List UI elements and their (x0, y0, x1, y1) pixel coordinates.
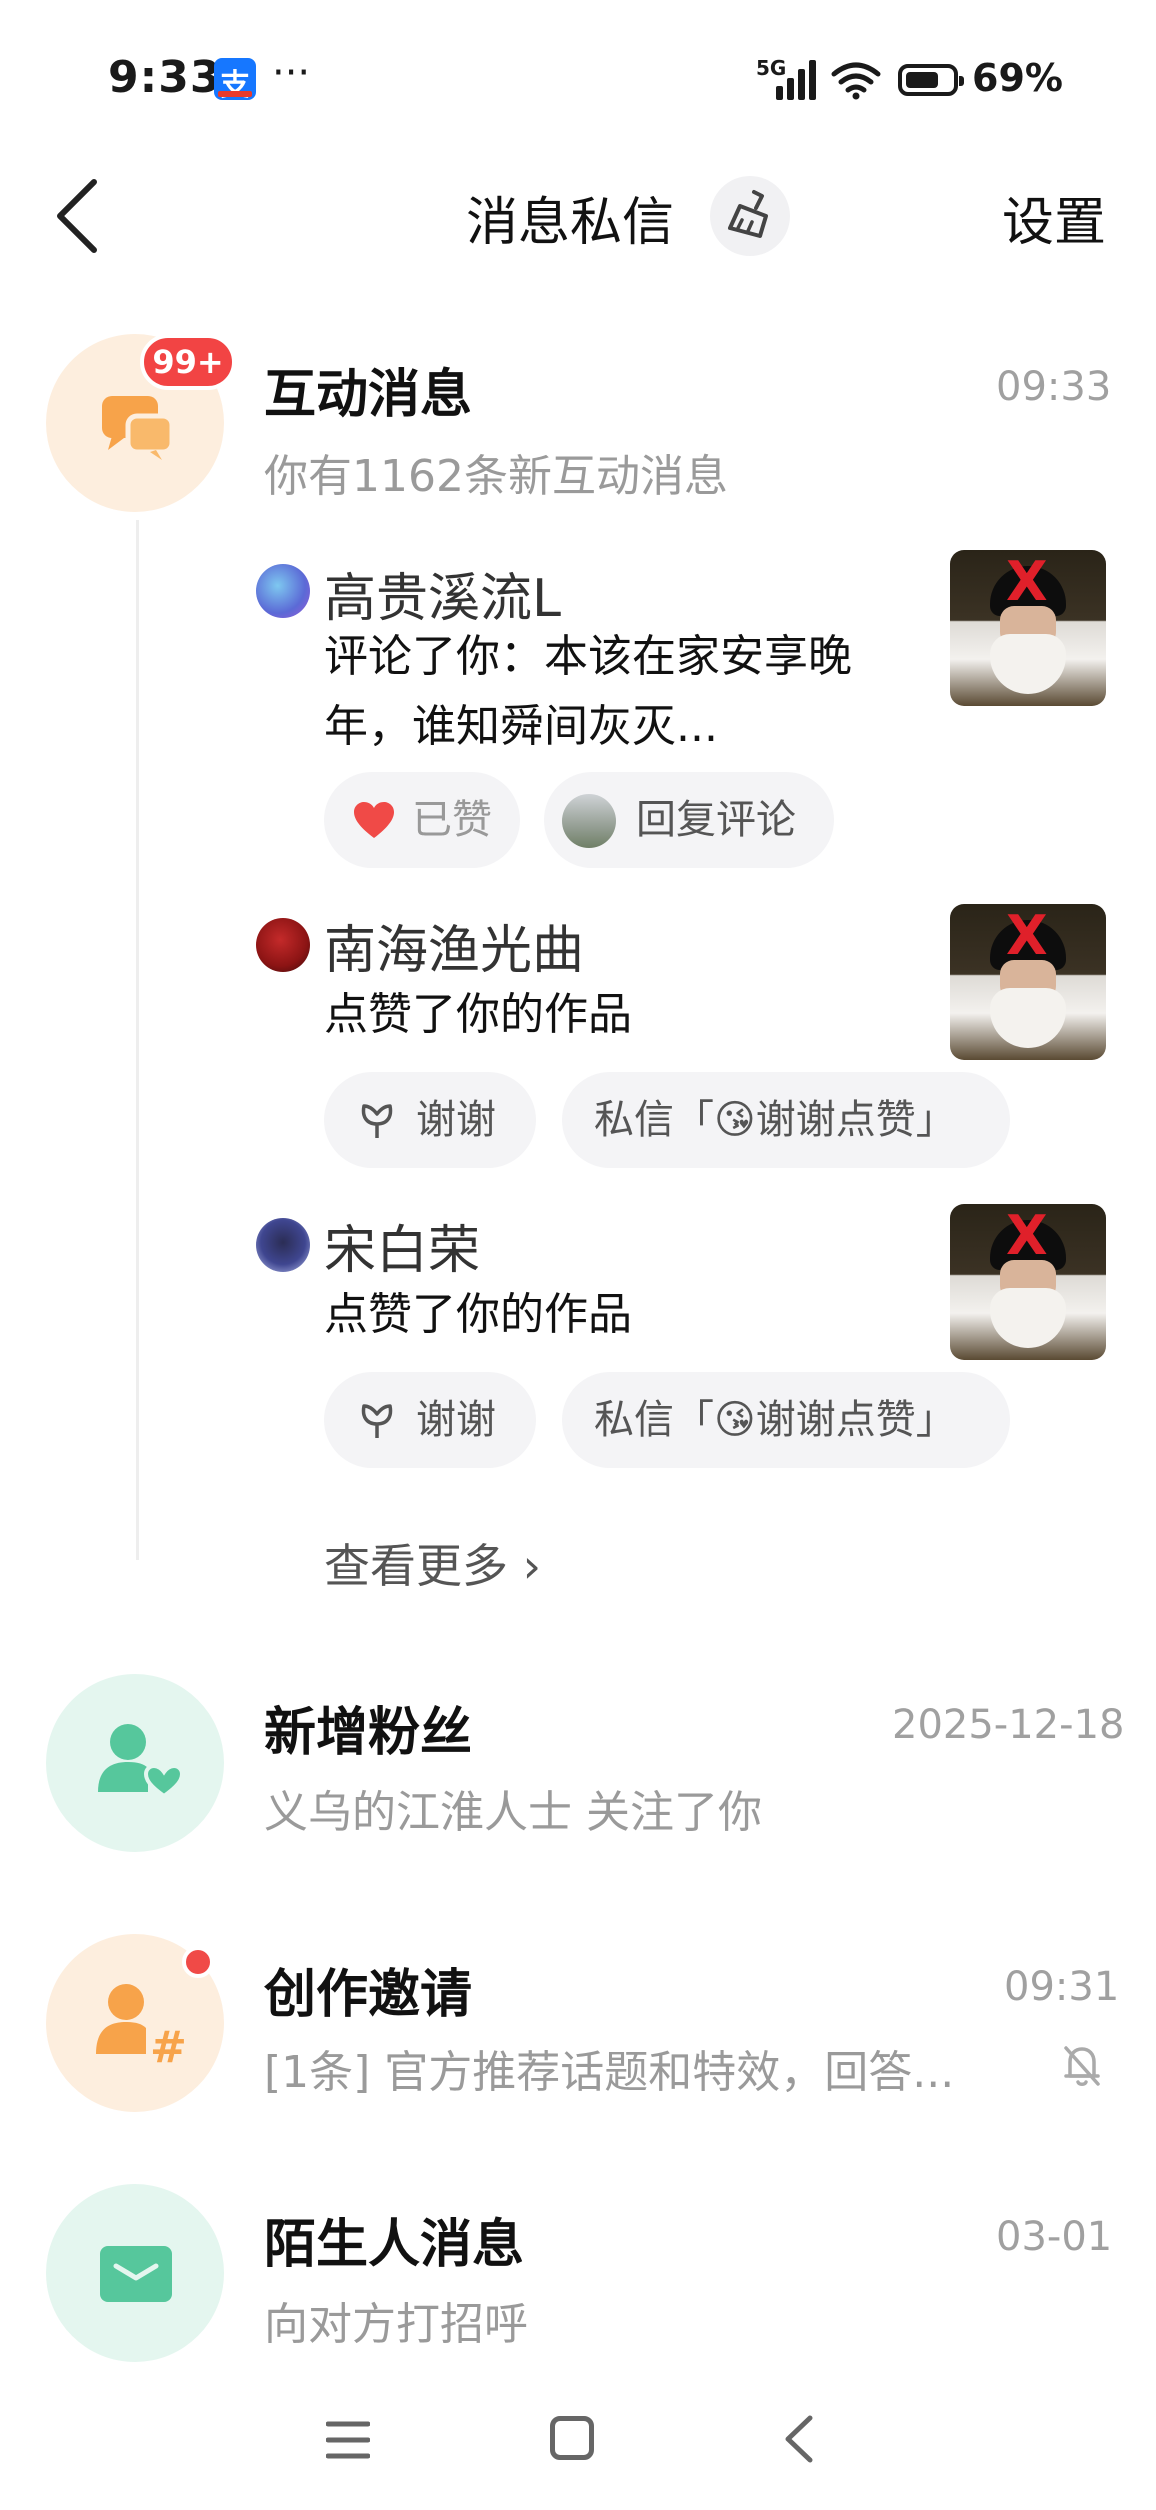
user-name[interactable]: 宋白荣 (324, 1208, 480, 1283)
like-text: 点赞了你的作品 (324, 989, 632, 1040)
video-thumbnail[interactable]: X (950, 1204, 1106, 1360)
interactions-time: 09:33 (996, 364, 1112, 410)
muted-bell-icon (1064, 2046, 1100, 2086)
page-title: 消息私信 (466, 193, 675, 253)
svg-text:#: # (150, 2022, 187, 2073)
thanks-label: 谢谢 (416, 1397, 496, 1443)
thread-line (136, 520, 139, 1560)
video-thumbnail[interactable]: X (950, 550, 1106, 706)
alipay-app-icon: 支 (214, 58, 256, 103)
user-avatar[interactable] (256, 564, 310, 618)
more-notifications-icon: ··· (272, 50, 311, 96)
see-more-link[interactable]: 查看更多 › (324, 1530, 541, 1596)
back-arrow-icon[interactable] (52, 176, 102, 256)
battery-icon (898, 64, 964, 96)
home-icon[interactable] (550, 2416, 594, 2460)
wifi-icon (831, 62, 881, 100)
comment-text[interactable]: 评论了你：本该在家安享晚 年，谁知舜间灰灭... (324, 622, 852, 762)
envelope-icon (100, 2246, 172, 2302)
alipay-glyph: 支 (220, 68, 250, 103)
invites-time: 09:31 (1004, 1964, 1120, 2010)
comment-line: 年，谁知舜间灰灭... (324, 701, 718, 752)
settings-button[interactable]: 设置 (1002, 180, 1106, 255)
liked-button[interactable]: 已赞 (324, 772, 520, 868)
followers-time: 2025-12-18 (892, 1702, 1125, 1748)
strangers-subtitle: 向对方打招呼 (264, 2299, 528, 2350)
broom-icon (728, 190, 768, 238)
new-follower-icon (98, 1724, 185, 1799)
invites-title[interactable]: 创作邀请 (264, 1952, 472, 2027)
followers-subtitle: 义乌的江淮人士 关注了你 (264, 1787, 762, 1838)
comment-line: 评论了你：本该在家安享晚 (324, 631, 852, 682)
reply-label: 回复评论 (636, 797, 796, 843)
strangers-title[interactable]: 陌生人消息 (264, 2202, 524, 2277)
flower-icon (361, 1104, 393, 1138)
nav-back-icon[interactable] (782, 2414, 816, 2464)
followers-avatar[interactable] (46, 1674, 224, 1852)
send-thanks-message-button[interactable]: 私信「😘谢谢点赞」 (562, 1372, 1010, 1468)
clear-unread-button[interactable] (710, 176, 790, 256)
unread-dot (182, 1946, 214, 1978)
video-thumbnail[interactable]: X (950, 904, 1106, 1060)
interactions-subtitle: 你有1162条新互动消息 (264, 451, 728, 502)
battery-percent: 69% (972, 56, 1063, 100)
flower-icon (361, 1404, 393, 1438)
strangers-time: 03-01 (996, 2214, 1113, 2260)
strangers-avatar[interactable] (46, 2184, 224, 2362)
interactions-title[interactable]: 互动消息 (264, 352, 472, 427)
unread-badge: 99+ (140, 334, 236, 390)
heart-icon (354, 802, 394, 838)
thanks-label: 谢谢 (416, 1097, 496, 1143)
user-avatar[interactable] (256, 1218, 310, 1272)
send-thanks-message-button[interactable]: 私信「😘谢谢点赞」 (562, 1072, 1010, 1168)
like-text: 点赞了你的作品 (324, 1289, 632, 1340)
reply-comment-button[interactable]: 回复评论 (544, 772, 834, 868)
liked-label: 已赞 (412, 797, 492, 843)
commenter-avatar (562, 794, 616, 848)
user-name[interactable]: 南海渔光曲 (324, 908, 584, 983)
thanks-button[interactable]: 谢谢 (324, 1072, 536, 1168)
invites-subtitle: [1条] 官方推荐话题和特效，回答... (264, 2047, 955, 2098)
user-avatar[interactable] (256, 918, 310, 972)
user-name[interactable]: 高贵溪流L (324, 556, 561, 631)
thanks-message-label: 私信「😘谢谢点赞」 (594, 1097, 956, 1143)
status-time: 9:33 (108, 52, 222, 103)
thanks-button[interactable]: 谢谢 (324, 1372, 536, 1468)
menu-icon[interactable] (326, 2420, 370, 2460)
followers-title[interactable]: 新增粉丝 (264, 1690, 472, 1765)
signal-strength-icon (776, 58, 818, 100)
thanks-message-label: 私信「😘谢谢点赞」 (594, 1397, 956, 1443)
